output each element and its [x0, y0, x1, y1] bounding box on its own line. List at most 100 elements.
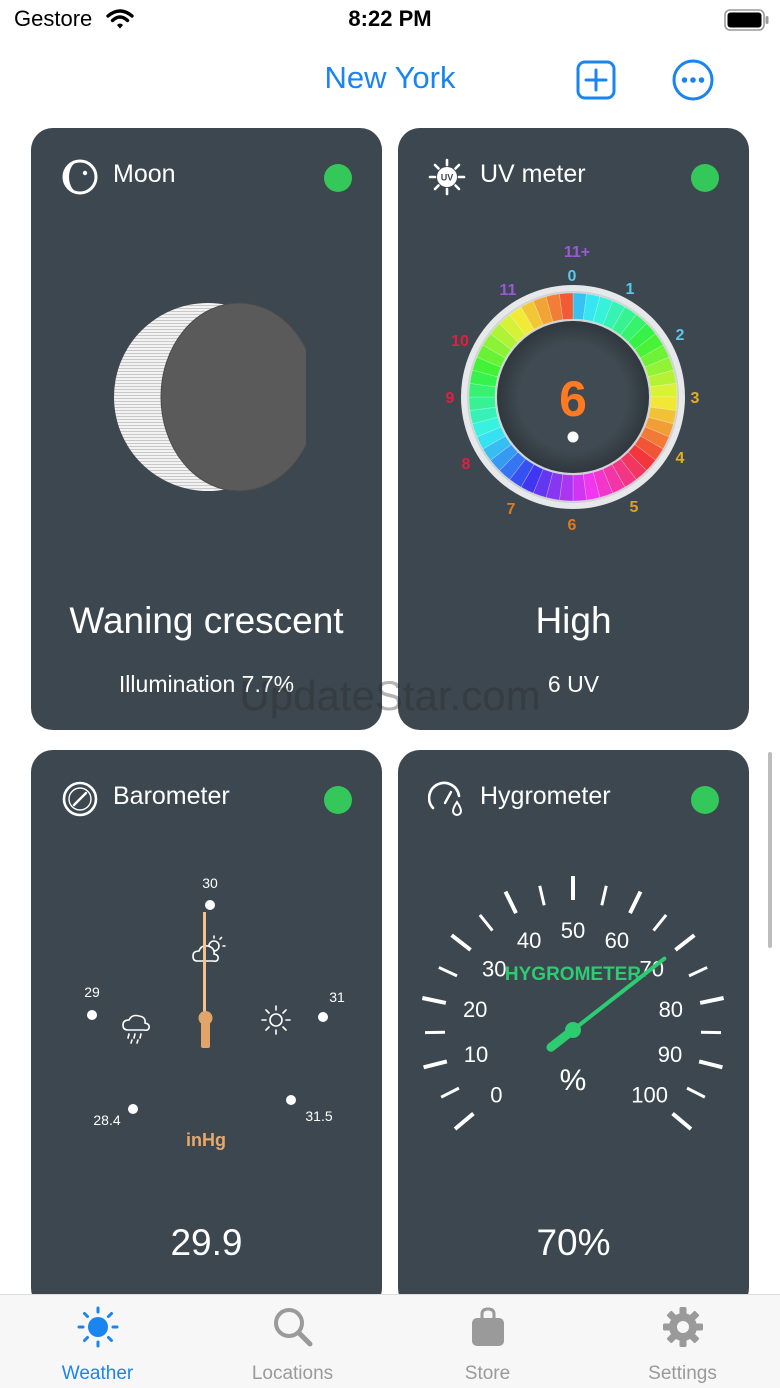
status-indicator — [324, 786, 352, 814]
hygrometer-tick — [422, 998, 445, 1003]
search-icon — [271, 1305, 315, 1349]
uv-dial-label: 10 — [451, 333, 469, 350]
hygrometer-unit: % — [560, 1064, 587, 1097]
tab-locations[interactable]: Locations — [195, 1295, 390, 1388]
barometer-needle — [199, 912, 213, 1048]
tab-label: Locations — [195, 1363, 390, 1385]
rain-cloud-icon — [123, 1016, 149, 1044]
hygrometer-tick — [505, 892, 516, 914]
tab-settings[interactable]: Settings — [585, 1295, 780, 1388]
page-title: New York — [0, 60, 780, 96]
barometer-card-title: Barometer — [113, 782, 230, 811]
scrollbar[interactable] — [768, 752, 772, 948]
baro-label-31: 31 — [329, 989, 345, 1005]
hygrometer-tick — [424, 1061, 447, 1067]
tab-label: Store — [390, 1363, 585, 1385]
hygrometer-tick — [673, 1114, 691, 1129]
hygrometer-dial-label: 0 — [490, 1082, 502, 1107]
hygrometer-dial-label: 50 — [561, 918, 585, 943]
hygrometer-dial-label: 100 — [631, 1082, 668, 1107]
hygrometer-dial-label: 60 — [605, 928, 629, 953]
moon-illumination: Illumination 7.7% — [31, 671, 382, 698]
uv-dial-label: 9 — [446, 390, 455, 407]
tab-weather[interactable]: Weather — [0, 1295, 195, 1388]
uv-card-title: UV meter — [480, 160, 586, 189]
hygrometer-tick — [700, 998, 723, 1003]
status-indicator — [691, 164, 719, 192]
baro-mark-28-4 — [128, 1104, 138, 1114]
hygrometer-tick — [441, 1088, 459, 1097]
moon-phase-illustration — [111, 300, 306, 495]
barometer-dial: 30 29 31 28.4 31.5 — [31, 860, 382, 1160]
barometer-card[interactable]: Barometer 30 29 31 28.4 31.5 — [31, 750, 382, 1310]
hygrometer-value: 70% — [398, 1222, 749, 1264]
uv-dial-label: 2 — [676, 327, 685, 344]
uv-card[interactable]: UV UV meter 11+01234567891011 6 High 6 U… — [398, 128, 749, 730]
hygrometer-dial-label: 90 — [658, 1042, 682, 1067]
baro-mark-29 — [87, 1010, 97, 1020]
hygrometer-tick — [687, 1088, 705, 1097]
status-bar: Gestore 8:22 PM — [0, 0, 780, 42]
uv-dial-label: 3 — [691, 390, 700, 407]
uv-sun-icon: UV — [428, 158, 466, 196]
uv-dial: 11+01234567891011 6 — [398, 228, 749, 648]
moon-card[interactable]: Moon Waning crescent Illumination 7.7% — [31, 128, 382, 730]
shopping-bag-icon — [466, 1305, 510, 1349]
tab-bar: Weather Locations Store Settings — [0, 1294, 780, 1388]
uv-dial-label: 4 — [676, 450, 685, 467]
compass-gauge-icon — [61, 780, 99, 818]
uv-dial-label: 0 — [568, 268, 577, 285]
hygrometer-dial-label: 40 — [517, 928, 541, 953]
baro-label-30: 30 — [202, 875, 218, 891]
uv-dial-label: 1 — [626, 281, 635, 298]
tab-label: Settings — [585, 1363, 780, 1385]
uv-dial-label: 11+ — [564, 244, 590, 261]
hygrometer-tick — [540, 886, 544, 905]
moon-card-title: Moon — [113, 160, 176, 189]
plus-square-icon[interactable] — [576, 60, 616, 100]
uv-center-value: 6 — [559, 371, 587, 427]
uv-reading: 6 UV — [398, 671, 749, 698]
baro-mark-31 — [318, 1012, 328, 1022]
hygrometer-tick — [675, 935, 694, 950]
hygrometer-tick — [480, 915, 493, 931]
hygrometer-tick — [439, 967, 457, 975]
barometer-unit: inHg — [186, 1130, 226, 1150]
baro-label-31-5: 31.5 — [305, 1108, 332, 1124]
hygrometer-card[interactable]: Hygrometer 0102030405060708090100 HYGROM… — [398, 750, 749, 1310]
hygrometer-dial: 0102030405060708090100 HYGROMETER % — [398, 860, 749, 1160]
status-indicator — [691, 786, 719, 814]
sunny-icon — [262, 1006, 290, 1034]
hygrometer-tick — [455, 1114, 473, 1129]
baro-label-29: 29 — [84, 984, 100, 1000]
hygrometer-dial-label: 10 — [464, 1042, 488, 1067]
partly-cloudy-icon — [193, 936, 225, 961]
uv-center-dot — [568, 432, 579, 443]
hygrometer-tick — [630, 892, 641, 914]
hygrometer-tick — [689, 967, 707, 975]
tab-store[interactable]: Store — [390, 1295, 585, 1388]
hygrometer-tick — [699, 1061, 722, 1067]
baro-mark-31-5 — [286, 1095, 296, 1105]
uv-dial-label: 5 — [630, 499, 639, 516]
tab-label: Weather — [0, 1363, 195, 1385]
hygrometer-tick — [452, 935, 471, 950]
battery-icon — [724, 9, 770, 31]
barometer-value: 29.9 — [31, 1222, 382, 1264]
moon-icon — [61, 158, 99, 196]
uv-level: High — [398, 600, 749, 642]
hygrometer-dial-caption: HYGROMETER — [505, 964, 641, 985]
clock: 8:22 PM — [0, 6, 780, 32]
ellipsis-circle-icon[interactable] — [672, 59, 714, 101]
hygrometer-tick — [654, 915, 667, 931]
gear-icon — [661, 1305, 705, 1349]
uv-dial-label: 8 — [462, 456, 471, 473]
uv-dial-label: 6 — [568, 517, 577, 534]
hygrometer-card-title: Hygrometer — [480, 782, 611, 811]
uv-dial-label: 7 — [507, 501, 516, 518]
svg-text:UV: UV — [441, 173, 454, 183]
hygrometer-dial-label: 30 — [482, 956, 506, 981]
baro-label-28-4: 28.4 — [93, 1112, 120, 1128]
baro-mark-30 — [205, 900, 215, 910]
hygrometer-dial-label: 80 — [659, 997, 683, 1022]
